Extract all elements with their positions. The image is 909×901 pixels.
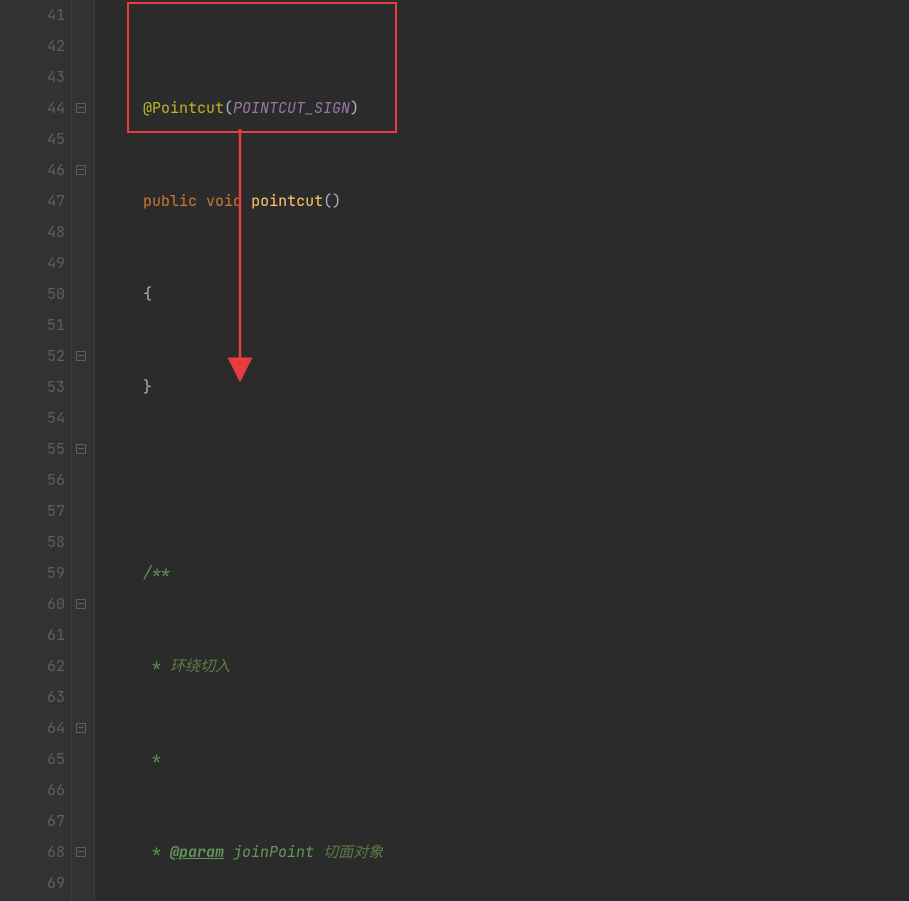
javadoc-param-name: joinPoint	[224, 842, 314, 862]
keyword: void	[206, 191, 242, 211]
fold-close-icon[interactable]	[76, 847, 86, 857]
fold-open-icon[interactable]	[76, 599, 86, 609]
line-number: 49	[0, 248, 65, 279]
line-number: 68	[0, 837, 65, 868]
code-line[interactable]: {	[95, 279, 909, 310]
line-number: 69	[0, 868, 65, 899]
code-area[interactable]: @Pointcut(POINTCUT_SIGN) public void poi…	[95, 0, 909, 901]
line-number: 65	[0, 744, 65, 775]
fold-close-icon[interactable]	[76, 351, 86, 361]
brace: }	[143, 377, 152, 397]
keyword: public	[143, 191, 197, 211]
fold-close-icon[interactable]	[76, 723, 86, 733]
javadoc-star: *	[143, 842, 161, 862]
line-number: 46	[0, 155, 65, 186]
line-number: 59	[0, 558, 65, 589]
line-number: 62	[0, 651, 65, 682]
javadoc-text: 环绕切入	[161, 656, 230, 676]
line-number: 41	[0, 0, 65, 31]
line-number: 44	[0, 93, 65, 124]
line-number: 50	[0, 279, 65, 310]
annotation: @Pointcut	[143, 98, 224, 118]
line-number: 60	[0, 589, 65, 620]
fold-column[interactable]	[72, 0, 95, 901]
line-number: 63	[0, 682, 65, 713]
constant-ref: POINTCUT_SIGN	[233, 98, 350, 118]
line-number: 55	[0, 434, 65, 465]
line-number: 57	[0, 496, 65, 527]
code-line[interactable]: }	[95, 372, 909, 403]
code-line[interactable]: *	[95, 744, 909, 775]
line-number: 53	[0, 372, 65, 403]
line-number: 48	[0, 217, 65, 248]
line-number-gutter: 41 42 43 44 45 46 47 48 49 50 51 52 53 5…	[0, 0, 72, 901]
code-line[interactable]	[95, 465, 909, 496]
method-name: pointcut	[251, 191, 323, 211]
line-number: 42	[0, 31, 65, 62]
code-line[interactable]: * @param joinPoint 切面对象	[95, 837, 909, 868]
code-editor[interactable]: 41 42 43 44 45 46 47 48 49 50 51 52 53 5…	[0, 0, 909, 901]
javadoc-star: *	[143, 656, 161, 676]
brace: {	[143, 284, 152, 304]
fold-open-icon[interactable]	[76, 444, 86, 454]
line-number: 45	[0, 124, 65, 155]
fold-open-icon[interactable]	[76, 165, 86, 175]
javadoc-start: /**	[143, 563, 170, 583]
code-line[interactable]: /**	[95, 558, 909, 589]
javadoc-star: *	[143, 749, 161, 769]
line-number: 67	[0, 806, 65, 837]
line-number: 54	[0, 403, 65, 434]
line-number: 47	[0, 186, 65, 217]
line-number: 66	[0, 775, 65, 806]
line-number: 56	[0, 465, 65, 496]
code-line[interactable]: public void pointcut()	[95, 186, 909, 217]
javadoc-tag-param: @param	[170, 842, 224, 862]
fold-close-icon[interactable]	[76, 103, 86, 113]
line-number: 51	[0, 310, 65, 341]
code-line[interactable]: * 环绕切入	[95, 651, 909, 682]
javadoc-text: 切面对象	[314, 842, 383, 862]
line-number: 52	[0, 341, 65, 372]
line-number: 58	[0, 527, 65, 558]
line-number: 61	[0, 620, 65, 651]
line-number: 43	[0, 62, 65, 93]
line-number: 64	[0, 713, 65, 744]
code-line[interactable]: @Pointcut(POINTCUT_SIGN)	[95, 93, 909, 124]
